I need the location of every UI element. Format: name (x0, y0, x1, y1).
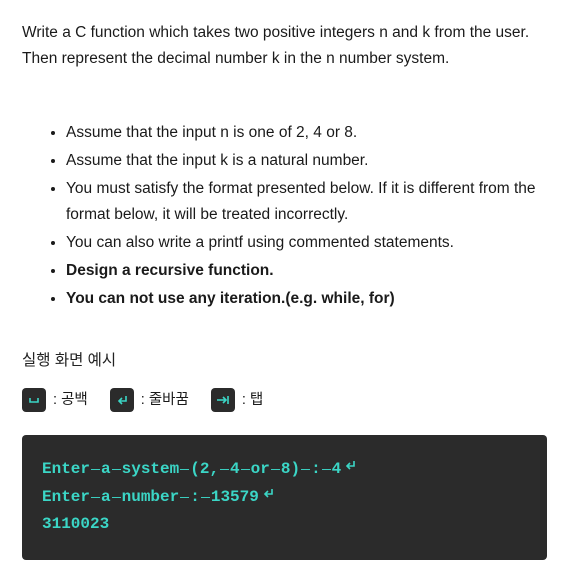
space-icon (322, 469, 331, 470)
space-icon (180, 469, 189, 470)
space-icon (22, 388, 46, 412)
space-icon (180, 497, 189, 498)
space-icon (112, 469, 121, 470)
code-line-1: Enterasystem(2,4or8):4 (42, 455, 527, 483)
code-line-2: Enteranumber:13579 (42, 483, 527, 511)
legend-newline: : 줄바꿈 (110, 388, 189, 412)
space-icon (241, 469, 250, 470)
requirements-list: Assume that the input n is one of 2, 4 o… (22, 120, 547, 312)
problem-intro: Write a C function which takes two posit… (22, 20, 547, 72)
newline-icon (110, 388, 134, 412)
legend-tab: : 탭 (211, 388, 263, 412)
requirement-item: You can not use any iteration.(e.g. whil… (66, 286, 547, 312)
space-icon (301, 469, 310, 470)
code-example-block: Enterasystem(2,4or8):4 Enteranumber:1357… (22, 435, 547, 560)
tab-icon (211, 388, 235, 412)
code-line-3: 3110023 (42, 511, 527, 538)
newline-icon (261, 483, 275, 510)
requirement-item: Assume that the input n is one of 2, 4 o… (66, 120, 547, 146)
legend-tab-label: : 탭 (242, 388, 263, 412)
legend-row: : 공백 : 줄바꿈 : 탭 (22, 388, 547, 412)
space-icon (201, 497, 210, 498)
space-icon (271, 469, 280, 470)
requirement-item: Design a recursive function. (66, 258, 547, 284)
requirement-item: You can also write a printf using commen… (66, 230, 547, 256)
legend-space-label: : 공백 (53, 388, 88, 412)
space-icon (91, 469, 100, 470)
requirement-item: Assume that the input k is a natural num… (66, 148, 547, 174)
newline-icon (343, 455, 357, 482)
example-section-title: 실행 화면 예시 (22, 348, 547, 374)
space-icon (91, 497, 100, 498)
space-icon (112, 497, 121, 498)
legend-newline-label: : 줄바꿈 (141, 388, 189, 412)
requirement-item: You must satisfy the format presented be… (66, 176, 547, 228)
space-icon (220, 469, 229, 470)
legend-space: : 공백 (22, 388, 88, 412)
